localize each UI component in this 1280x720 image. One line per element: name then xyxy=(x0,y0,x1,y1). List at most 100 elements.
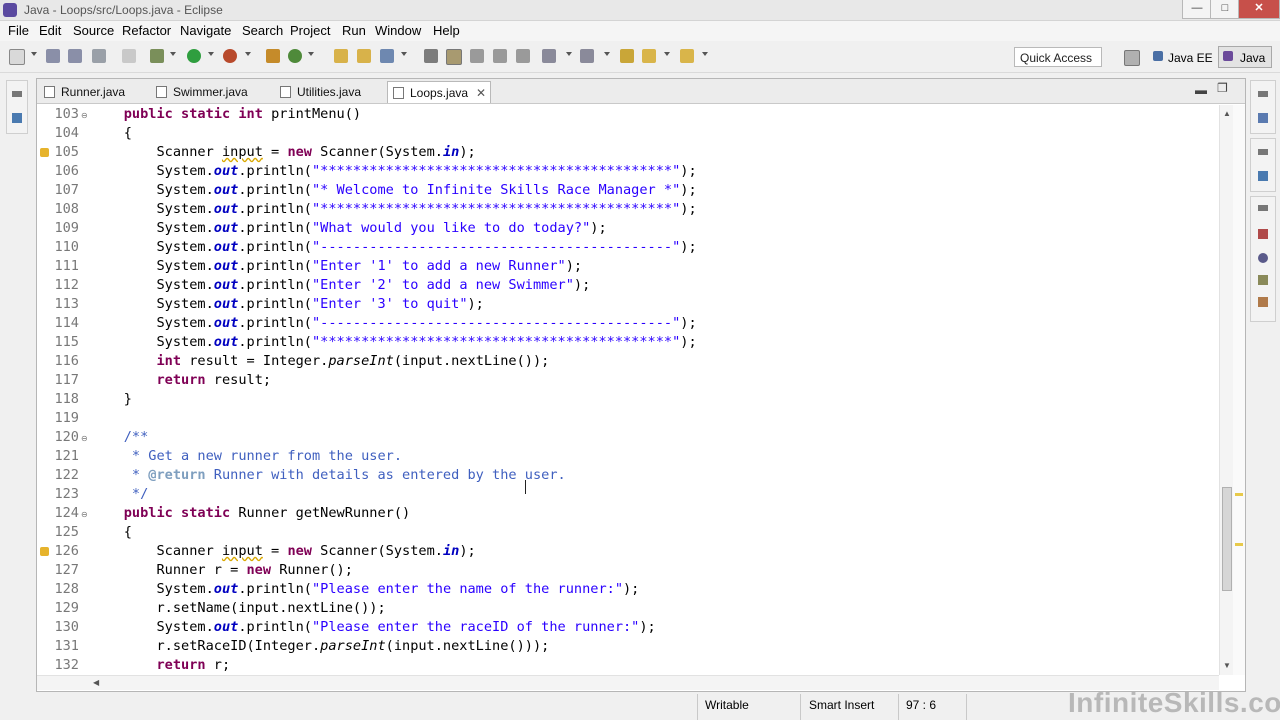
block-selection-icon[interactable] xyxy=(470,49,484,63)
code-text[interactable]: System.out.println("Enter '3' to quit"); xyxy=(91,295,483,314)
horizontal-scrollbar[interactable]: ◀ xyxy=(37,675,1219,690)
restore-icon[interactable] xyxy=(12,91,22,97)
code-text[interactable]: Scanner input = new Scanner(System.in); xyxy=(91,542,475,561)
restore-icon[interactable] xyxy=(1258,205,1268,211)
code-text[interactable]: System.out.println("********************… xyxy=(91,333,696,352)
forward-dropdown-icon[interactable] xyxy=(702,52,708,56)
code-text[interactable]: /** xyxy=(91,428,149,447)
code-line[interactable]: 112 System.out.println("Enter '2' to add… xyxy=(37,276,1217,295)
code-text[interactable]: return result; xyxy=(91,371,271,390)
open-task-icon[interactable] xyxy=(357,49,371,63)
tab-utilities-java[interactable]: Utilities.java xyxy=(275,81,387,103)
minimize-editor-icon[interactable]: ▬ xyxy=(1195,83,1207,97)
code-line[interactable]: 114 System.out.println("----------------… xyxy=(37,314,1217,333)
menu-window[interactable]: Window xyxy=(375,23,421,38)
code-line[interactable]: 124 ⊖ public static Runner getNewRunner() xyxy=(37,504,1217,523)
code-text[interactable]: System.out.println("--------------------… xyxy=(91,238,696,257)
debug-dropdown-icon[interactable] xyxy=(170,52,176,56)
print-icon[interactable] xyxy=(92,49,106,63)
code-line[interactable]: 115 System.out.println("****************… xyxy=(37,333,1217,352)
tab-loops-java[interactable]: Loops.java ✕ xyxy=(387,81,491,103)
toggle-word-wrap-icon[interactable] xyxy=(516,49,530,63)
scroll-up-icon[interactable]: ▲ xyxy=(1223,109,1231,118)
code-text[interactable]: public static int printMenu() xyxy=(91,105,361,124)
declaration-icon[interactable] xyxy=(1258,275,1268,285)
code-text[interactable]: int result = Integer.parseInt(input.next… xyxy=(91,352,549,371)
code-line[interactable]: 126 Scanner input = new Scanner(System.i… xyxy=(37,542,1217,561)
open-type-icon[interactable] xyxy=(334,49,348,63)
package-explorer-icon[interactable] xyxy=(12,113,22,123)
code-text[interactable]: public static Runner getNewRunner() xyxy=(91,504,410,523)
menu-help[interactable]: Help xyxy=(433,23,460,38)
last-edit-location-icon[interactable] xyxy=(620,49,634,63)
code-line[interactable]: 120 ⊖ /** xyxy=(37,428,1217,447)
code-line[interactable]: 119 xyxy=(37,409,1217,428)
next-annotation-dropdown-icon[interactable] xyxy=(566,52,572,56)
new-icon[interactable] xyxy=(9,49,25,65)
code-text[interactable]: System.out.println("********************… xyxy=(91,162,696,181)
quick-access-input[interactable]: Quick Access xyxy=(1014,47,1102,67)
code-line[interactable]: 107 System.out.println("* Welcome to Inf… xyxy=(37,181,1217,200)
code-line[interactable]: 122 * @return Runner with details as ent… xyxy=(37,466,1217,485)
toggle-breadcrumb-icon[interactable] xyxy=(424,49,438,63)
menu-run[interactable]: Run xyxy=(342,23,366,38)
overview-ruler[interactable] xyxy=(1233,105,1245,675)
tab-runner-java[interactable]: Runner.java xyxy=(39,81,149,103)
java-ee-perspective[interactable]: Java EE xyxy=(1168,48,1213,68)
code-line[interactable]: 109 System.out.println("What would you l… xyxy=(37,219,1217,238)
skip-breakpoints-icon[interactable] xyxy=(122,49,136,63)
restore-icon[interactable] xyxy=(1258,91,1268,97)
code-line[interactable]: 104 { xyxy=(37,124,1217,143)
code-text[interactable]: System.out.println("Please enter the nam… xyxy=(91,580,639,599)
warning-marker[interactable] xyxy=(1235,543,1243,546)
scroll-thumb[interactable] xyxy=(1222,487,1232,591)
fold-toggle-icon[interactable]: ⊖ xyxy=(81,111,88,120)
menu-edit[interactable]: Edit xyxy=(39,23,61,38)
code-text[interactable]: } xyxy=(91,390,132,409)
forward-icon[interactable] xyxy=(680,49,694,63)
console-icon[interactable] xyxy=(1258,297,1268,307)
close-tab-icon[interactable]: ✕ xyxy=(476,82,486,104)
code-text[interactable]: Scanner input = new Scanner(System.in); xyxy=(91,143,475,162)
code-text[interactable]: Runner r = new Runner(); xyxy=(91,561,352,580)
minimize-button[interactable]: — xyxy=(1182,0,1212,19)
code-text[interactable]: return r; xyxy=(91,656,230,675)
code-line[interactable]: 116 int result = Integer.parseInt(input.… xyxy=(37,352,1217,371)
external-tools-icon[interactable] xyxy=(223,49,237,63)
code-text[interactable]: System.out.println("Please enter the rac… xyxy=(91,618,655,637)
new-java-project-icon[interactable] xyxy=(266,49,280,63)
code-text[interactable]: { xyxy=(91,124,132,143)
maximize-editor-icon[interactable]: ❐ xyxy=(1217,81,1228,95)
code-text[interactable]: * @return Runner with details as entered… xyxy=(91,466,566,485)
code-text[interactable]: System.out.println("* Welcome to Infinit… xyxy=(91,181,696,200)
code-line[interactable]: 130 System.out.println("Please enter the… xyxy=(37,618,1217,637)
code-line[interactable]: 110 System.out.println("----------------… xyxy=(37,238,1217,257)
menu-navigate[interactable]: Navigate xyxy=(180,23,231,38)
vertical-scrollbar[interactable]: ▲ ▼ xyxy=(1219,105,1234,675)
code-text[interactable]: System.out.println("Enter '2' to add a n… xyxy=(91,276,590,295)
save-all-icon[interactable] xyxy=(68,49,82,63)
run-dropdown-icon[interactable] xyxy=(208,52,214,56)
warning-marker[interactable] xyxy=(1235,493,1243,496)
code-line[interactable]: 105 Scanner input = new Scanner(System.i… xyxy=(37,143,1217,162)
code-text[interactable]: * Get a new runner from the user. xyxy=(91,447,402,466)
code-line[interactable]: 113 System.out.println("Enter '3' to qui… xyxy=(37,295,1217,314)
menu-file[interactable]: File xyxy=(8,23,29,38)
code-text[interactable]: System.out.println("--------------------… xyxy=(91,314,696,333)
javadoc-icon[interactable] xyxy=(1258,253,1268,263)
code-text[interactable]: */ xyxy=(91,485,148,504)
code-line[interactable]: 125 { xyxy=(37,523,1217,542)
back-icon[interactable] xyxy=(642,49,656,63)
code-line[interactable]: 127 Runner r = new Runner(); xyxy=(37,561,1217,580)
code-area[interactable]: 103 ⊖ public static int printMenu() 104 {1… xyxy=(37,105,1219,675)
debug-icon[interactable] xyxy=(150,49,164,63)
code-text[interactable]: System.out.println("********************… xyxy=(91,200,696,219)
tab-swimmer-java[interactable]: Swimmer.java xyxy=(151,81,267,103)
search-icon[interactable] xyxy=(380,49,394,63)
close-button[interactable]: ✕ xyxy=(1238,0,1280,19)
new-package-icon[interactable] xyxy=(288,49,302,63)
code-line[interactable]: 121 * Get a new runner from the user. xyxy=(37,447,1217,466)
open-perspective-icon[interactable] xyxy=(1124,50,1140,66)
back-dropdown-icon[interactable] xyxy=(664,52,670,56)
previous-annotation-dropdown-icon[interactable] xyxy=(604,52,610,56)
